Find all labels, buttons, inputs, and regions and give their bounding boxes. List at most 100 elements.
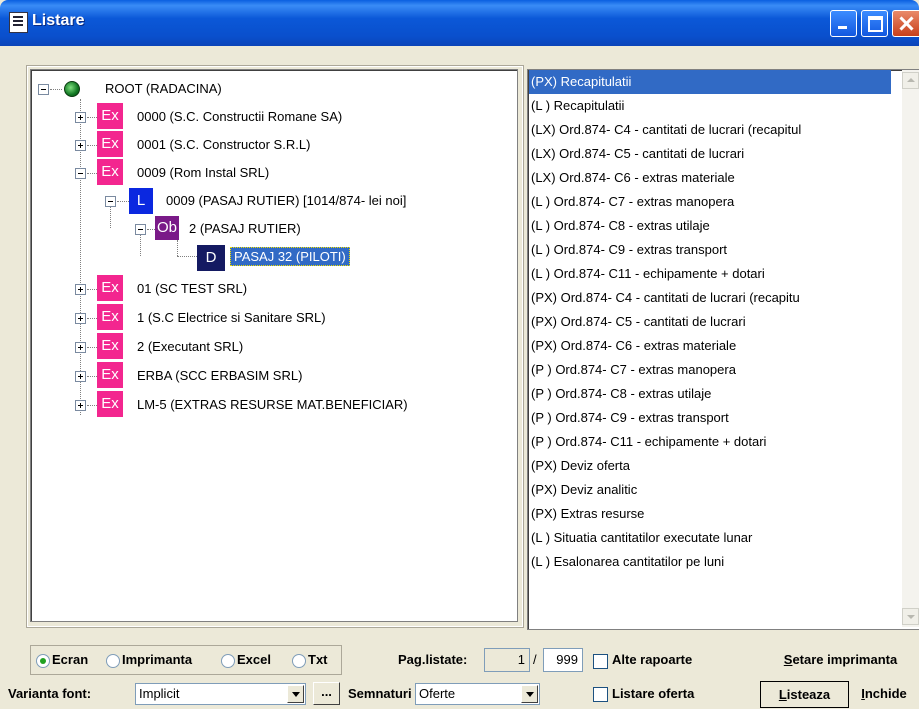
report-item[interactable]: (L ) Situatia cantitatilor executate lun… — [531, 526, 752, 550]
semnaturi-select-value: Oferte — [419, 686, 456, 701]
report-item[interactable]: (PX) Extras resurse — [531, 502, 644, 526]
listeaza-label: isteaza — [786, 687, 831, 702]
page-separator: / — [533, 652, 537, 667]
tree-node-label[interactable]: 2 (Executant SRL) — [137, 339, 243, 354]
report-item[interactable]: (L ) Ord.874- C9 - extras transport — [531, 238, 727, 262]
collapse-icon[interactable] — [38, 84, 49, 95]
listeaza-button[interactable]: Listeaza — [760, 681, 849, 708]
report-item-selected[interactable]: (PX) Recapitulatii — [529, 70, 891, 94]
listare-oferta-label[interactable]: Listare oferta — [612, 686, 694, 701]
tree-line — [87, 289, 97, 290]
printer-setup-label: etare imprimanta — [792, 652, 898, 667]
collapse-icon[interactable] — [105, 196, 116, 207]
radio-excel[interactable] — [221, 654, 235, 668]
maximize-button[interactable] — [861, 10, 888, 37]
tree-node-label[interactable]: 0009 (PASAJ RUTIER) [1014/874- lei noi] — [166, 193, 406, 208]
page-from-field[interactable]: 1 — [484, 648, 530, 672]
expand-icon[interactable] — [75, 313, 86, 324]
globe-icon — [64, 81, 80, 97]
inchide-button[interactable]: Inchide — [851, 681, 917, 708]
scroll-up-icon[interactable] — [902, 72, 919, 89]
collapse-icon[interactable] — [135, 224, 146, 235]
window-title: Listare — [32, 12, 85, 29]
chevron-down-icon[interactable] — [521, 685, 538, 703]
tree-line — [177, 256, 197, 257]
ex-badge-icon: Ex — [97, 333, 123, 359]
expand-icon[interactable] — [75, 112, 86, 123]
expand-icon[interactable] — [75, 284, 86, 295]
tree-node-label[interactable]: 1 (S.C Electrice si Sanitare SRL) — [137, 310, 326, 325]
list-scrollbar[interactable] — [902, 70, 919, 627]
tree-node-label[interactable]: 01 (SC TEST SRL) — [137, 281, 247, 296]
radio-imprimanta-label[interactable]: Imprimanta — [122, 652, 192, 667]
page-to-field[interactable]: 999 — [543, 648, 583, 672]
listare-oferta-checkbox[interactable] — [593, 687, 608, 702]
tree-line — [87, 318, 97, 319]
tree-node-selected[interactable]: PASAJ 32 (PILOTI) — [230, 247, 350, 266]
tree-node-label[interactable]: 0001 (S.C. Constructor S.R.L) — [137, 137, 310, 152]
report-list[interactable]: (PX) Recapitulatii (L ) Recapitulatii (L… — [527, 69, 919, 630]
minimize-button[interactable] — [830, 10, 857, 37]
report-item[interactable]: (LX) Ord.874- C4 - cantitati de lucrari … — [531, 118, 801, 142]
report-item[interactable]: (LX) Ord.874- C5 - cantitati de lucrari — [531, 142, 744, 166]
font-select[interactable]: Implicit — [135, 683, 306, 705]
inchide-label: nchide — [864, 686, 907, 701]
tree-node-label[interactable]: 0000 (S.C. Constructii Romane SA) — [137, 109, 342, 124]
listeaza-mnemonic: L — [778, 687, 787, 702]
collapse-icon[interactable] — [75, 168, 86, 179]
report-item[interactable]: (L ) Ord.874- C7 - extras manopera — [531, 190, 734, 214]
tree-line — [87, 117, 97, 118]
font-select-value: Implicit — [139, 686, 180, 701]
tree-node-label[interactable]: 0009 (Rom Instal SRL) — [137, 165, 269, 180]
report-item[interactable]: (P ) Ord.874- C9 - extras transport — [531, 406, 729, 430]
report-item[interactable]: (PX) Deviz oferta — [531, 454, 630, 478]
ex-badge-icon: Ex — [97, 103, 123, 129]
radio-imprimanta[interactable] — [106, 654, 120, 668]
tree-line — [177, 240, 178, 256]
radio-ecran[interactable] — [36, 654, 50, 668]
expand-icon[interactable] — [75, 140, 86, 151]
tree-node-label[interactable]: ERBA (SCC ERBASIM SRL) — [137, 368, 302, 383]
ex-badge-icon: Ex — [97, 362, 123, 388]
report-item[interactable]: (L ) Ord.874- C8 - extras utilaje — [531, 214, 710, 238]
report-item[interactable]: (L ) Esalonarea cantitatilor pe luni — [531, 550, 724, 574]
report-item[interactable]: (PX) Deviz analitic — [531, 478, 637, 502]
report-item[interactable]: (LX) Ord.874- C6 - extras materiale — [531, 166, 735, 190]
ex-badge-icon: Ex — [97, 391, 123, 417]
report-item[interactable]: (P ) Ord.874- C11 - echipamente + dotari — [531, 430, 766, 454]
report-item[interactable]: (P ) Ord.874- C7 - extras manopera — [531, 358, 736, 382]
report-item[interactable]: (PX) Ord.874- C5 - cantitati de lucrari — [531, 310, 746, 334]
scroll-down-icon[interactable] — [902, 608, 919, 625]
radio-ecran-label[interactable]: Ecran — [52, 652, 88, 667]
tree-node-label[interactable]: 2 (PASAJ RUTIER) — [189, 221, 301, 236]
title-bar[interactable]: Listare — [0, 0, 919, 46]
tree-line — [87, 145, 97, 146]
tree-line — [87, 405, 97, 406]
tree-root-label[interactable]: ROOT (RADACINA) — [105, 81, 222, 96]
report-item[interactable]: (PX) Ord.874- C4 - cantitati de lucrari … — [531, 286, 800, 310]
alte-rapoarte-checkbox[interactable] — [593, 654, 608, 669]
radio-excel-label[interactable]: Excel — [237, 652, 271, 667]
report-item[interactable]: (L ) Ord.874- C11 - echipamente + dotari — [531, 262, 765, 286]
tree-line — [87, 376, 97, 377]
alte-rapoarte-label[interactable]: Alte rapoarte — [612, 652, 692, 667]
radio-txt[interactable] — [292, 654, 306, 668]
expand-icon[interactable] — [75, 400, 86, 411]
font-more-button[interactable]: ... — [313, 682, 340, 705]
close-button[interactable] — [892, 10, 919, 37]
l-badge-icon: L — [129, 188, 153, 214]
report-item[interactable]: (PX) Ord.874- C6 - extras materiale — [531, 334, 736, 358]
report-item[interactable]: (P ) Ord.874- C8 - extras utilaje — [531, 382, 711, 406]
printer-setup-button[interactable]: Setare imprimanta — [762, 648, 919, 674]
expand-icon[interactable] — [75, 371, 86, 382]
report-item[interactable]: (L ) Recapitulatii — [531, 94, 624, 118]
radio-txt-label[interactable]: Txt — [308, 652, 328, 667]
chevron-down-icon[interactable] — [287, 685, 304, 703]
project-tree[interactable]: ROOT (RADACINA) Ex 0000 (S.C. Constructi… — [30, 69, 518, 622]
tree-line — [87, 173, 97, 174]
pages-label: Pag.listate: — [398, 652, 468, 667]
expand-icon[interactable] — [75, 342, 86, 353]
ex-badge-icon: Ex — [97, 304, 123, 330]
semnaturi-select[interactable]: Oferte — [415, 683, 540, 705]
tree-node-label[interactable]: LM-5 (EXTRAS RESURSE MAT.BENEFICIAR) — [137, 397, 408, 412]
